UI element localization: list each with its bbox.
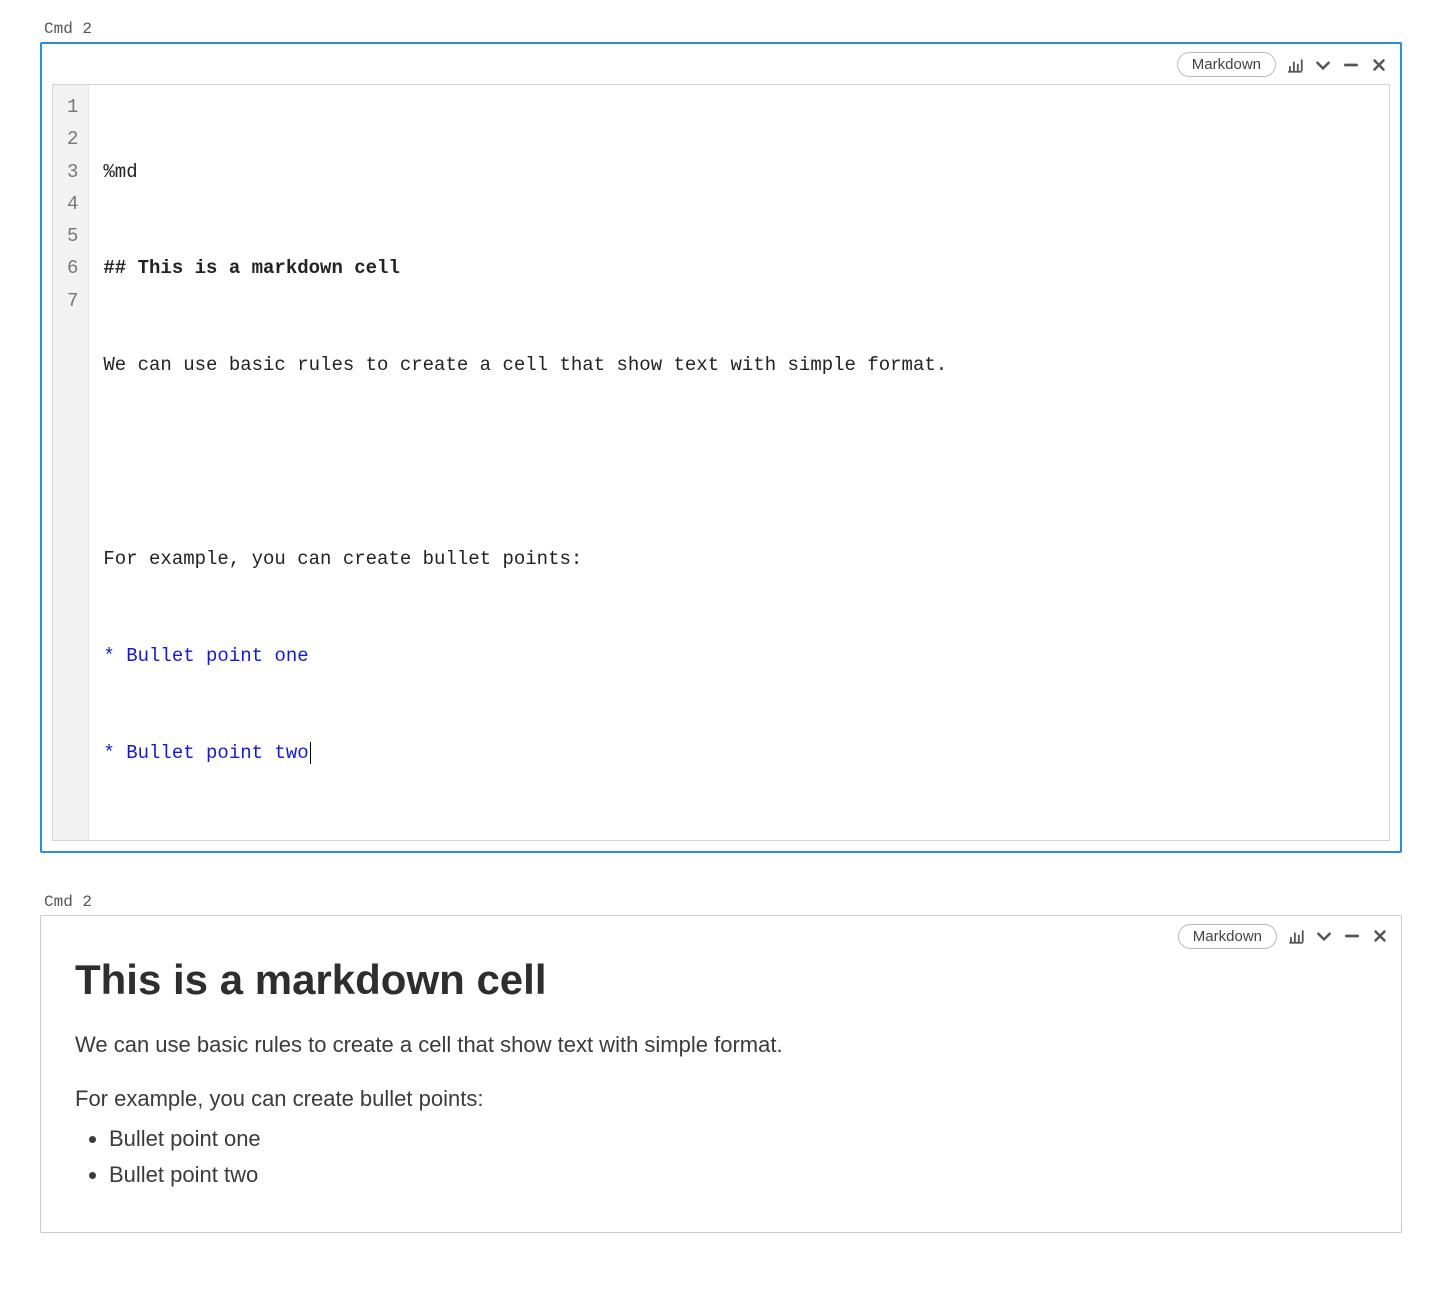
list-item: Bullet point two [109, 1162, 1367, 1188]
line-number: 3 [67, 156, 78, 188]
line-number: 2 [67, 123, 78, 155]
cell-toolbar: Markdown [1177, 52, 1388, 77]
line-number: 6 [67, 252, 78, 284]
line-number: 1 [67, 91, 78, 123]
bullet-text: Bullet point two [126, 742, 308, 764]
minimize-icon[interactable] [1342, 56, 1360, 74]
chart-icon[interactable] [1286, 56, 1304, 74]
rendered-cell[interactable]: Markdown Thi [40, 915, 1402, 1233]
bullet-text: Bullet point one [126, 645, 308, 667]
code-line [103, 446, 1375, 478]
rendered-paragraph: We can use basic rules to create a cell … [75, 1032, 1367, 1058]
code-editor[interactable]: 1 2 3 4 5 6 7 %md ## This is a markdown … [52, 84, 1390, 841]
line-number: 4 [67, 188, 78, 220]
line-number: 7 [67, 285, 78, 317]
code-line: * Bullet point two [103, 737, 1375, 769]
language-selector[interactable]: Markdown [1177, 52, 1276, 77]
close-icon[interactable] [1371, 927, 1389, 945]
text-cursor [310, 742, 311, 764]
cell-toolbar: Markdown [1178, 924, 1389, 949]
minimize-icon[interactable] [1343, 927, 1361, 945]
code-line: * Bullet point one [103, 640, 1375, 672]
code-content[interactable]: %md ## This is a markdown cell We can us… [89, 85, 1389, 840]
close-icon[interactable] [1370, 56, 1388, 74]
code-line: For example, you can create bullet point… [103, 543, 1375, 575]
editor-cell[interactable]: Markdown [40, 42, 1402, 853]
rendered-paragraph: For example, you can create bullet point… [75, 1086, 1367, 1112]
chevron-down-icon[interactable] [1315, 927, 1333, 945]
language-selector[interactable]: Markdown [1178, 924, 1277, 949]
code-line: %md [103, 156, 1375, 188]
list-item: Bullet point one [109, 1126, 1367, 1152]
cell-label: Cmd 2 [44, 893, 1402, 911]
bullet-prefix: * [103, 742, 126, 764]
code-line: ## This is a markdown cell [103, 252, 1375, 284]
bullet-prefix: * [103, 645, 126, 667]
rendered-bullet-list: Bullet point one Bullet point two [75, 1126, 1367, 1188]
line-number: 5 [67, 220, 78, 252]
code-line: We can use basic rules to create a cell … [103, 349, 1375, 381]
rendered-heading: This is a markdown cell [75, 956, 1367, 1004]
chart-icon[interactable] [1287, 927, 1305, 945]
rendered-output: This is a markdown cell We can use basic… [51, 926, 1391, 1222]
line-gutter: 1 2 3 4 5 6 7 [53, 85, 89, 840]
cell-label: Cmd 2 [44, 20, 1402, 38]
chevron-down-icon[interactable] [1314, 56, 1332, 74]
